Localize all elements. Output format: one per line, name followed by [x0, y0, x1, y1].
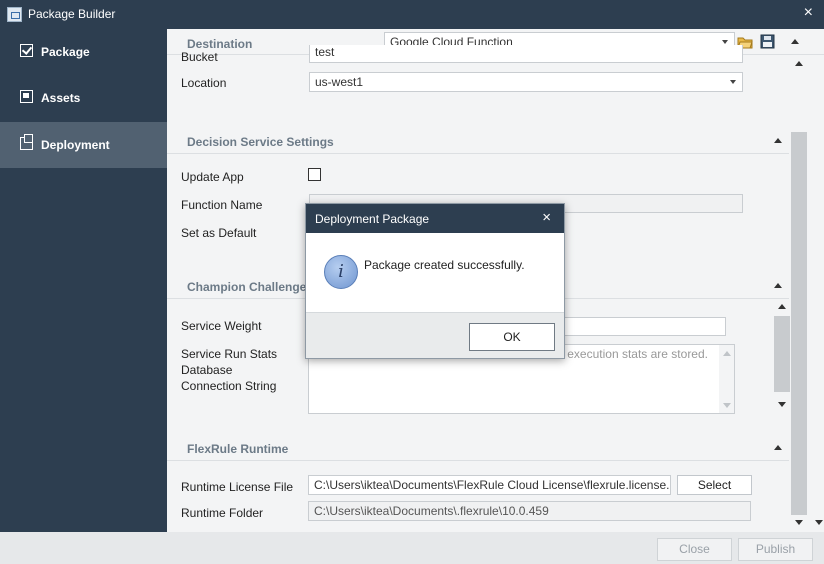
runtime-license-field[interactable]: C:\Users\iktea\Documents\FlexRule Cloud …	[308, 475, 671, 495]
outer-scroll-down-arrow-icon[interactable]	[815, 520, 823, 525]
run-stats-label-line3: Connection String	[181, 379, 277, 393]
set-as-default-label: Set as Default	[181, 226, 257, 240]
save-icon[interactable]	[760, 34, 775, 49]
bucket-field[interactable]: test	[309, 45, 743, 63]
runtime-folder-field[interactable]: C:\Users\iktea\Documents\.flexrule\10.0.…	[308, 501, 751, 521]
decision-service-header: Decision Service Settings	[167, 128, 789, 154]
info-icon: i	[324, 255, 358, 289]
textarea-scroll-up-icon[interactable]	[723, 351, 731, 356]
location-label: Location	[181, 76, 227, 90]
scroll-up-arrow-icon[interactable]	[795, 61, 803, 66]
runtime-folder-label: Runtime Folder	[181, 506, 264, 520]
dialog-message: Package created successfully.	[364, 258, 525, 272]
title-bar: Package Builder ×	[0, 0, 824, 29]
flexrule-runtime-header: FlexRule Runtime	[167, 435, 789, 461]
textarea-scroll-down-icon[interactable]	[723, 403, 731, 408]
sidebar-item-label: Deployment	[41, 138, 110, 152]
sidebar-item-deployment[interactable]: Deployment	[0, 122, 167, 168]
run-stats-label-line1: Service Run Stats	[181, 347, 278, 361]
dialog-title: Deployment Package	[315, 212, 430, 226]
chevron-down-icon	[722, 40, 728, 44]
sidebar-item-label: Package	[41, 45, 90, 59]
chevron-down-icon	[730, 80, 736, 84]
select-license-button[interactable]: Select	[677, 475, 752, 495]
service-weight-label: Service Weight	[181, 319, 262, 333]
check-square-icon	[20, 44, 33, 57]
deployment-icon	[20, 134, 33, 150]
dialog-header: Deployment Package ×	[306, 204, 564, 233]
publish-button[interactable]: Publish	[738, 538, 813, 561]
destination-label: Destination	[187, 37, 253, 51]
inner-scroll-down-arrow-icon[interactable]	[778, 402, 786, 407]
dialog-close-button[interactable]: ×	[542, 209, 551, 226]
run-stats-label-line2: Database	[181, 363, 233, 377]
deployment-package-dialog: Deployment Package × i Package created s…	[305, 203, 565, 359]
collapse-champion-icon[interactable]	[774, 283, 782, 288]
collapse-destination-icon[interactable]	[791, 39, 799, 44]
sidebar-item-assets[interactable]: Assets	[0, 75, 167, 121]
collapse-decision-service-icon[interactable]	[774, 138, 782, 143]
close-button[interactable]: Close	[657, 538, 732, 561]
main-scroll-thumb[interactable]	[791, 132, 807, 515]
textarea-scrollbar[interactable]	[719, 345, 734, 413]
inner-scroll-thumb[interactable]	[774, 316, 790, 392]
champion-challenger-title: Champion Challenger S	[187, 280, 323, 294]
assets-icon	[20, 90, 33, 103]
footer-bar: Close Publish	[0, 532, 824, 564]
location-selected-value: us-west1	[315, 75, 364, 89]
app-icon	[7, 7, 22, 22]
decision-service-title: Decision Service Settings	[187, 135, 334, 149]
run-stats-placeholder: execution stats are stored.	[567, 347, 708, 361]
update-app-checkbox[interactable]	[308, 168, 321, 181]
update-app-label: Update App	[181, 170, 244, 184]
ok-button[interactable]: OK	[469, 323, 555, 351]
inner-scroll-up-arrow-icon[interactable]	[778, 304, 786, 309]
dialog-footer: OK	[306, 312, 564, 358]
sidebar-item-label: Assets	[41, 91, 81, 105]
window-close-button[interactable]: ×	[804, 4, 813, 22]
flexrule-runtime-title: FlexRule Runtime	[187, 442, 289, 456]
bucket-label: Bucket	[181, 50, 218, 62]
runtime-license-label: Runtime License File	[181, 480, 294, 494]
main-scrollbar[interactable]	[791, 132, 807, 515]
window-title: Package Builder	[28, 7, 116, 21]
sidebar: Package Assets Deployment	[0, 29, 167, 532]
scroll-down-arrow-icon[interactable]	[795, 520, 803, 525]
location-select[interactable]: us-west1	[309, 72, 743, 92]
collapse-runtime-icon[interactable]	[774, 445, 782, 450]
sidebar-item-package[interactable]: Package	[0, 29, 167, 75]
function-name-label: Function Name	[181, 198, 263, 212]
